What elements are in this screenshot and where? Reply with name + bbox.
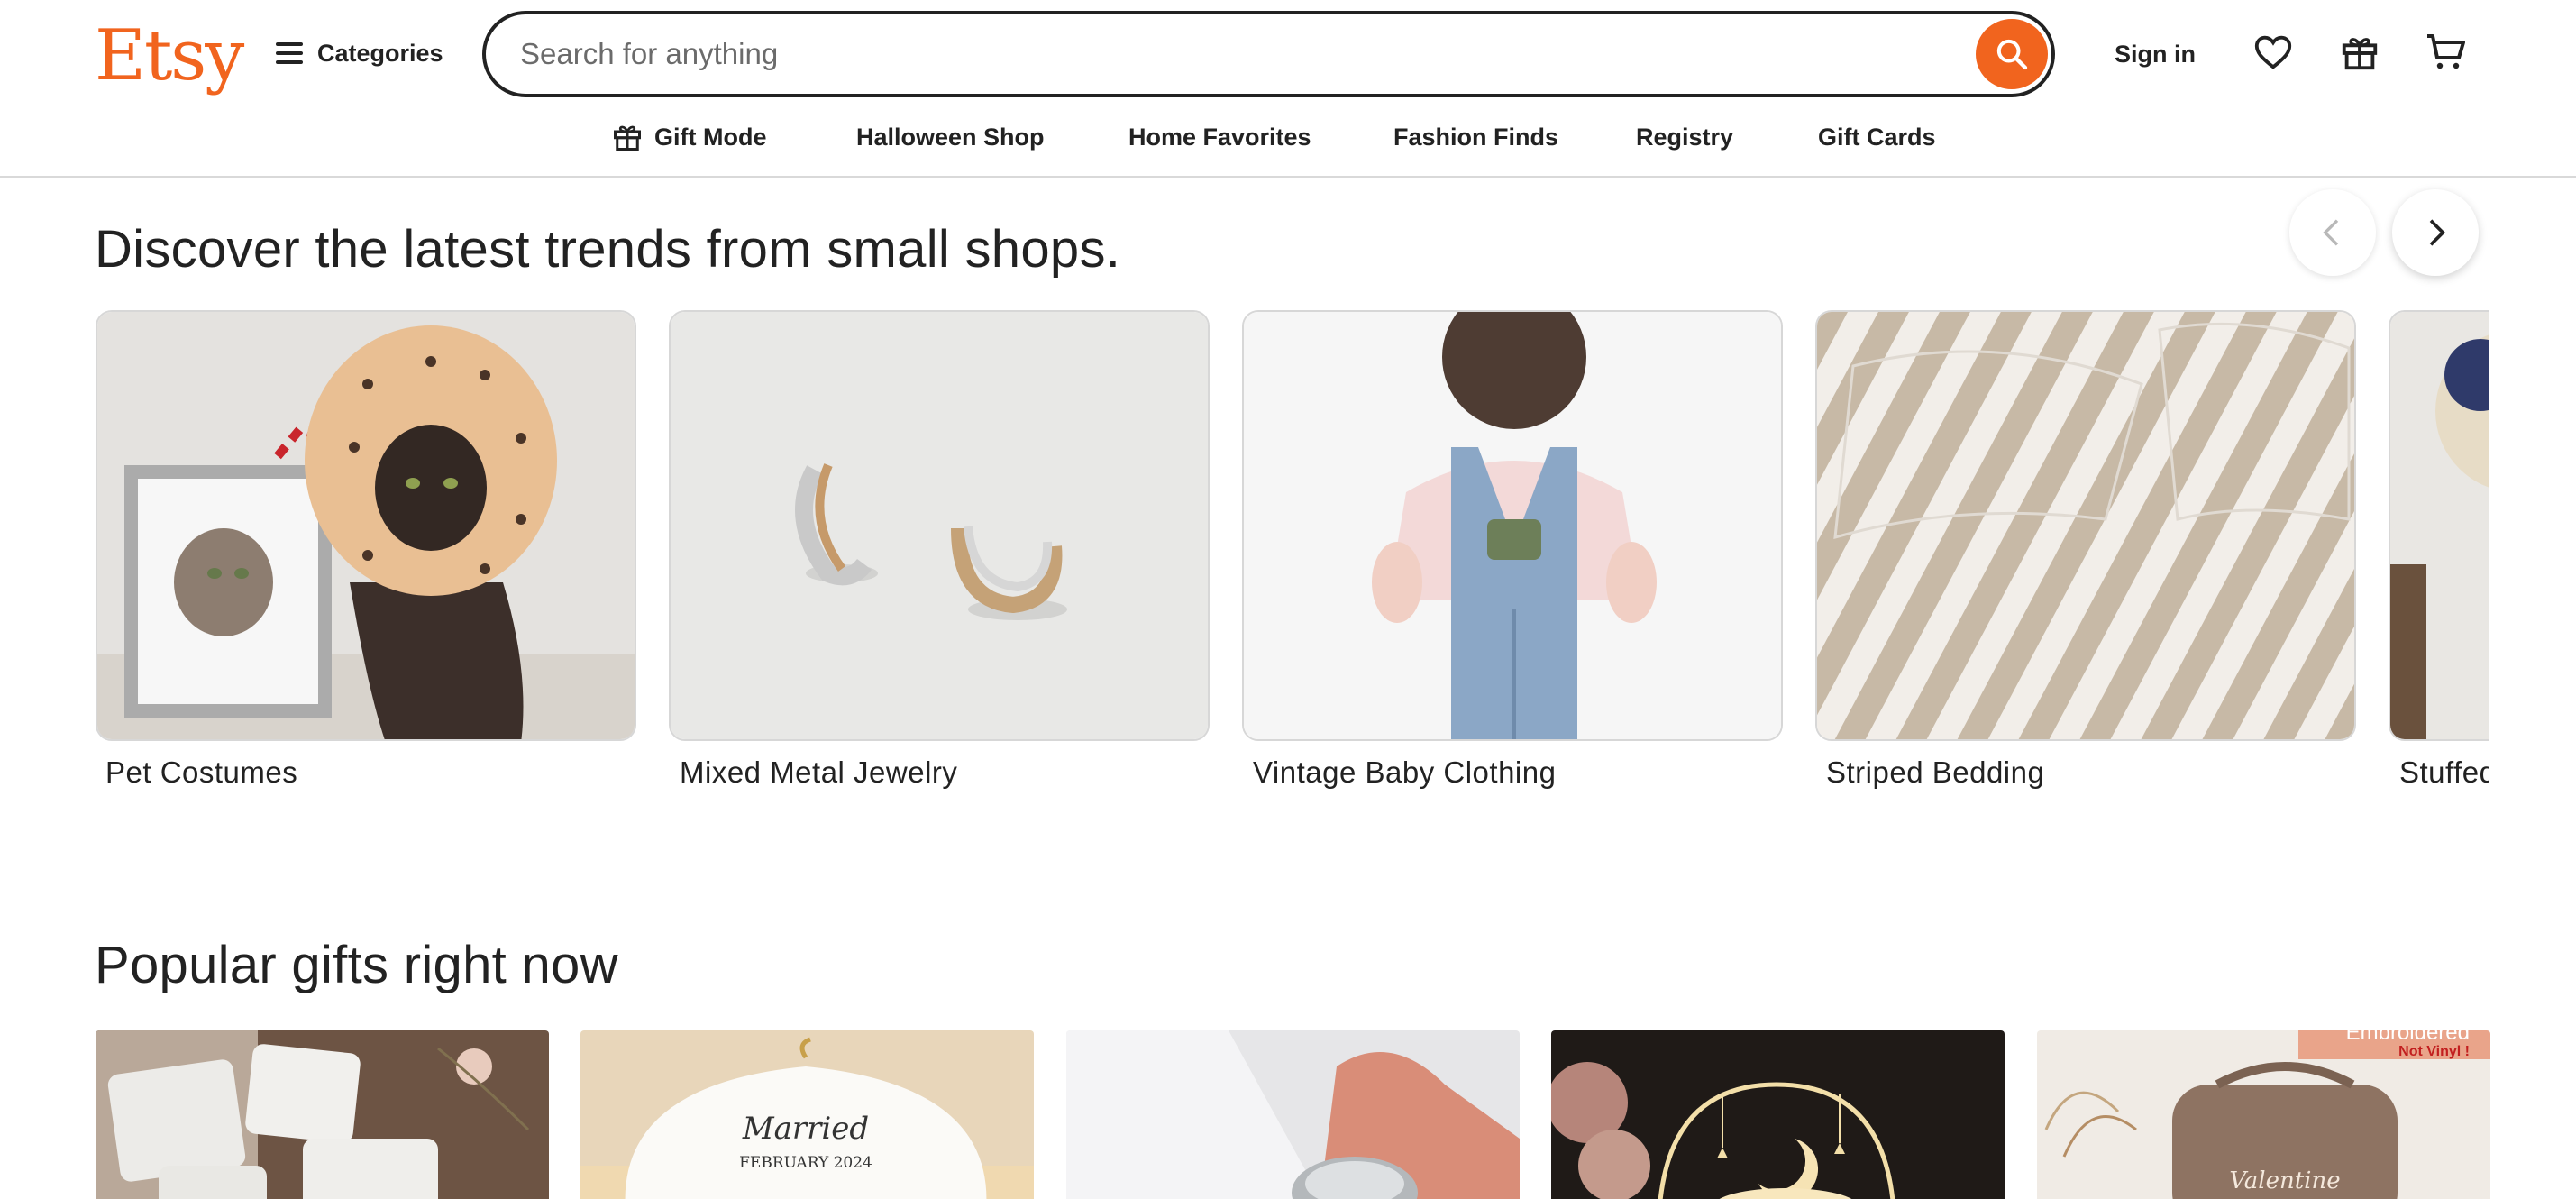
nav-item-registry[interactable]: Registry <box>1636 119 1733 155</box>
trend-card-striped-bedding[interactable] <box>1815 310 2356 741</box>
categories-button[interactable]: Categories <box>276 27 443 79</box>
nav-item-fashion-finds[interactable]: Fashion Finds <box>1393 119 1558 155</box>
trend-card-pet-costumes[interactable] <box>96 310 636 741</box>
trend-label-clip: Stuffed <box>2389 753 2489 798</box>
chevron-right-icon <box>2429 219 2445 246</box>
nav-item-gift-cards[interactable]: Gift Cards <box>1818 119 1936 155</box>
gift-card-moon-night-light[interactable] <box>1551 1030 2005 1199</box>
gift-card-married-ornament[interactable]: Married FEBRUARY 2024 <box>580 1030 1034 1199</box>
heart-icon <box>2254 35 2292 69</box>
search-input[interactable] <box>520 31 1890 78</box>
embroidered-bag-image: Embroidered Not Vinyl ! Valentine <box>2037 1030 2490 1199</box>
favorites-button[interactable] <box>2248 27 2298 78</box>
hamburger-icon <box>276 42 303 64</box>
gift-card-embroidered-bag[interactable]: Embroidered Not Vinyl ! Valentine <box>2037 1030 2490 1199</box>
trend-label[interactable]: Stuffed <box>2399 753 2489 792</box>
gift-icon <box>614 125 641 151</box>
moon-night-light-image <box>1551 1030 2005 1199</box>
chevron-left-icon <box>2323 219 2339 246</box>
jewelry-boxes-image <box>96 1030 549 1199</box>
trends-heading: Discover the latest trends from small sh… <box>95 220 1121 279</box>
married-ornament-image: Married FEBRUARY 2024 <box>580 1030 1034 1199</box>
search-button[interactable] <box>1976 19 2048 89</box>
bag-script-text: Valentine <box>2229 1167 2340 1194</box>
nav-item-halloween-shop[interactable]: Halloween Shop <box>856 119 1045 155</box>
striped-bedding-image <box>1817 312 2354 739</box>
gift-card-library-stamp[interactable] <box>1066 1030 1520 1199</box>
not-vinyl-badge-text: Not Vinyl ! <box>2398 1044 2470 1059</box>
trend-card-stuffed[interactable] <box>2389 310 2489 741</box>
baby-clothing-image <box>1244 312 1781 739</box>
jewelry-image <box>671 312 1208 739</box>
trend-label[interactable]: Vintage Baby Clothing <box>1253 753 1556 792</box>
trend-card-clip <box>2389 310 2489 741</box>
ornament-script-text: Married <box>742 1111 869 1147</box>
gift-icon <box>2342 38 2378 70</box>
ornament-date-text: FEBRUARY 2024 <box>739 1154 872 1172</box>
top-nav: Gift Mode Halloween Shop Home Favorites … <box>0 110 2576 166</box>
etsy-logo[interactable]: Etsy <box>95 11 244 101</box>
nav-item-gift-mode[interactable]: Gift Mode <box>611 119 766 155</box>
gifts-button[interactable] <box>2334 27 2385 78</box>
search-icon <box>1996 39 2028 70</box>
embroidered-badge-text: Embroidered <box>2346 1030 2470 1045</box>
carousel-next-button[interactable] <box>2392 189 2479 276</box>
trend-label[interactable]: Mixed Metal Jewelry <box>680 753 957 792</box>
popular-heading: Popular gifts right now <box>95 936 618 994</box>
library-stamp-image <box>1066 1030 1520 1199</box>
trend-label[interactable]: Pet Costumes <box>105 753 297 792</box>
cart-button[interactable] <box>2421 27 2471 78</box>
site-header: Etsy Categories Sign in <box>0 0 2576 178</box>
nav-item-label: Gift Mode <box>654 124 767 151</box>
cart-icon <box>2427 34 2465 69</box>
page: Etsy Categories Sign in <box>0 0 2576 1199</box>
trend-label[interactable]: Striped Bedding <box>1826 753 2044 792</box>
trend-card-vintage-baby-clothing[interactable] <box>1242 310 1783 741</box>
sign-in-link[interactable]: Sign in <box>2115 34 2196 74</box>
trend-card-mixed-metal-jewelry[interactable] <box>669 310 1210 741</box>
nav-item-home-favorites[interactable]: Home Favorites <box>1128 119 1311 155</box>
carousel-prev-button[interactable] <box>2289 189 2376 276</box>
gift-card-jewelry-boxes[interactable] <box>96 1030 549 1199</box>
pet-costumes-image <box>97 312 635 739</box>
categories-label: Categories <box>317 39 443 67</box>
stuffed-toy-image <box>2390 312 2489 739</box>
search-bar <box>482 11 2055 97</box>
